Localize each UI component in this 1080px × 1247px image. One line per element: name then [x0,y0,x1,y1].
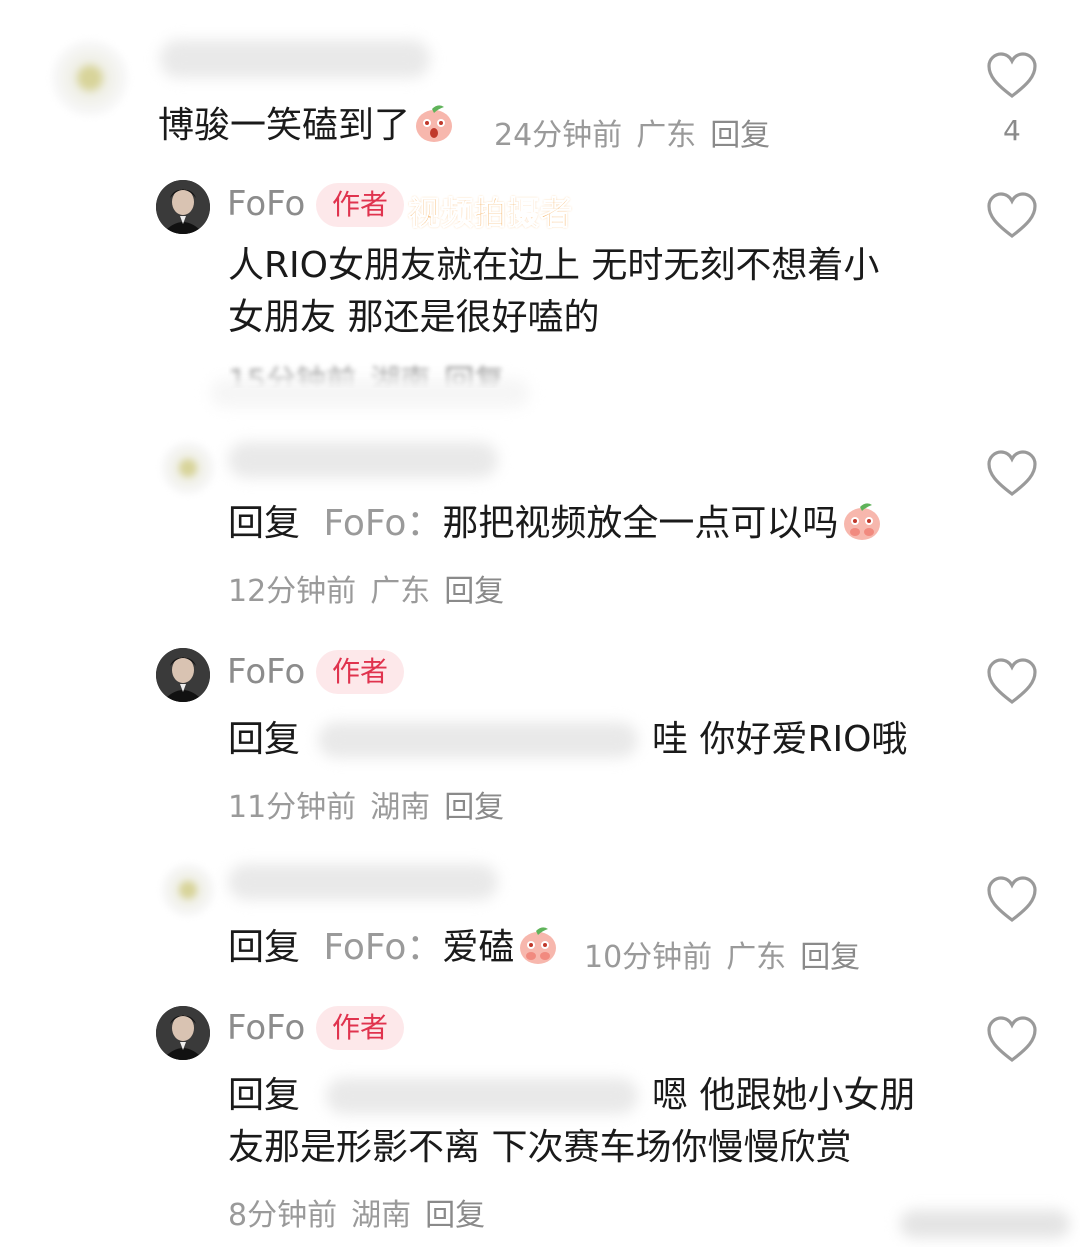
avatar[interactable] [160,440,216,496]
reply-button[interactable]: 回复 [800,940,860,975]
username-blurred[interactable] [228,442,498,478]
avatar[interactable] [156,648,210,702]
reply-button[interactable]: 回复 [710,118,770,153]
comment-body: 哇 你好爱RIO哦 [652,719,908,760]
watermark [900,1210,1070,1238]
peach-emoji-icon [520,927,557,964]
comment-meta: 24分钟前 广东 回复 [494,110,784,154]
avatar[interactable] [156,1006,210,1060]
comment-text: 人RIO女朋友就在边上 无时无刻不想着小 [228,245,880,286]
timestamp: 24分钟前 [494,118,623,153]
region: 湖南 [370,790,431,825]
comment-meta: 12分钟前 广东 回复 [228,566,518,610]
author-name[interactable]: FoFo [227,184,305,224]
timestamp: 11分钟前 [228,790,357,825]
avatar[interactable] [156,180,210,234]
region: 广东 [370,574,431,609]
reply-to-user[interactable]: FoFo： [323,503,442,544]
author-badge: 作者 [316,183,405,227]
mentioned-user-blurred[interactable] [326,1078,638,1114]
username-blurred[interactable] [160,40,430,78]
reply-prefix: 回复 [228,503,301,544]
author-name[interactable]: FoFo [227,652,305,692]
timestamp: 12分钟前 [228,574,357,609]
comment-body: 友那是形影不离 下次赛车场你慢慢欣赏 [228,1127,852,1168]
comment-meta: 11分钟前 湖南 回复 [228,782,518,826]
region: 广东 [636,118,697,153]
comment-text: 回复 FoFo：爱磕 [228,922,560,974]
like-heart-icon[interactable] [986,658,1038,706]
comment-text: 回复 [228,714,300,766]
comment-body: 那把视频放全一点可以吗 [442,503,839,544]
reply-prefix: 回复 [228,719,301,760]
username-blurred[interactable] [228,864,498,900]
like-count: 4 [1003,114,1021,147]
author-name[interactable]: FoFo [227,1008,305,1048]
like-heart-icon[interactable] [986,192,1038,240]
comment-body: 嗯 他跟她小女朋 [652,1075,916,1116]
reply-prefix: 回复 [228,1075,301,1116]
timestamp: 10分钟前 [584,940,713,975]
comment-meta: 10分钟前 广东 回复 [584,932,874,976]
comment-body: 博骏一笑磕到了 [158,105,411,146]
mentioned-user-blurred[interactable] [318,722,638,758]
region: 湖南 [351,1198,412,1233]
peach-emoji-icon [844,503,881,540]
comment-text: 回复 [228,1070,300,1122]
avatar[interactable] [50,38,130,118]
region: 广东 [726,940,787,975]
comment-text: 博骏一笑磕到了 [158,100,456,152]
comment-body: 爱磕 [442,927,515,968]
timestamp: 8分钟前 [228,1198,338,1233]
author-badge: 作者 [316,1006,405,1050]
videographer-tag: 视频拍摄者 [407,194,574,233]
reply-button[interactable]: 回复 [444,790,504,825]
like-heart-icon[interactable] [986,1016,1038,1064]
reply-to-user[interactable]: FoFo： [323,927,442,968]
blur-overlay [210,378,530,408]
comment-text: 女朋友 那还是很好嗑的 [228,297,600,338]
reply-prefix: 回复 [228,927,301,968]
like-heart-icon[interactable] [986,450,1038,498]
reply-button[interactable]: 回复 [444,574,504,609]
like-heart-icon[interactable] [986,52,1038,100]
comment-text: 回复 FoFo：那把视频放全一点可以吗 [228,498,884,550]
reply-button[interactable]: 回复 [425,1198,485,1233]
peach-emoji-icon [416,105,453,142]
avatar[interactable] [160,862,216,918]
like-heart-icon[interactable] [986,876,1038,924]
comment-meta: 8分钟前 湖南 回复 [228,1190,499,1234]
author-badge: 作者 [316,650,405,694]
